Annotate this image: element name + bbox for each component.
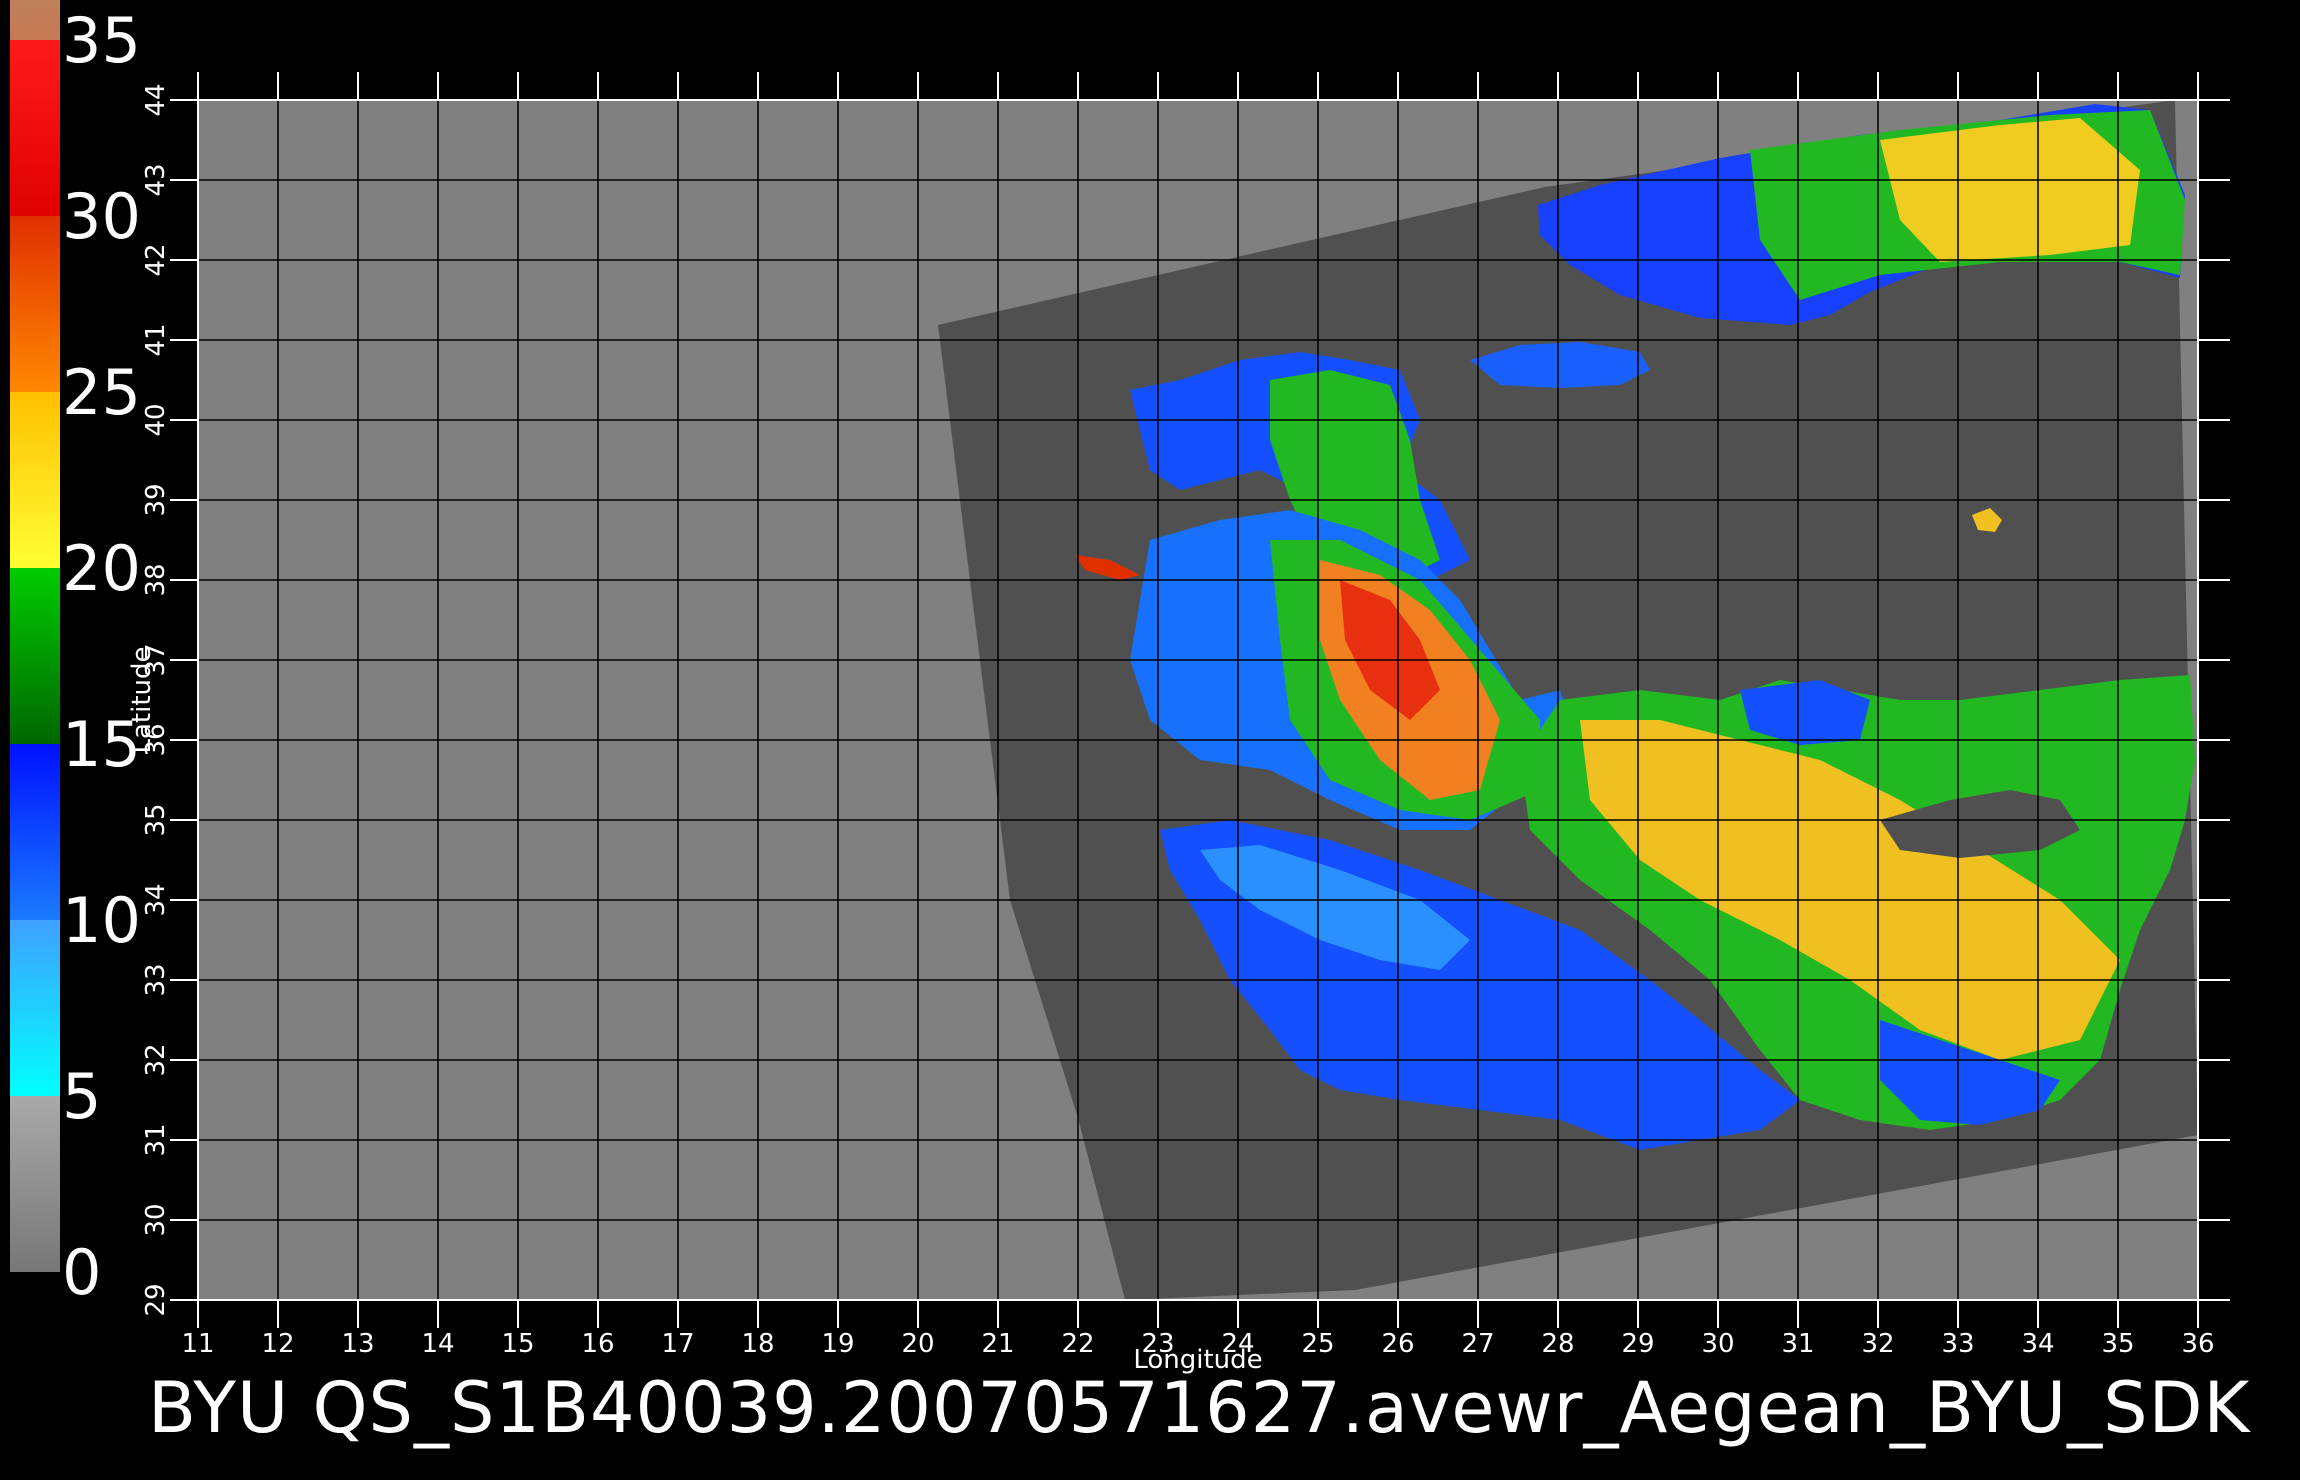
y-tick-label: 40	[141, 403, 171, 436]
x-tick-label: 28	[1541, 1329, 1574, 1359]
y-tick-label: 42	[141, 243, 171, 276]
y-tick-label: 30	[141, 1203, 171, 1236]
y-tick-label: 39	[141, 483, 171, 516]
colorbar-label: 25	[62, 356, 141, 429]
y-tick-label: 31	[141, 1123, 171, 1156]
y-tick-label: 38	[141, 563, 171, 596]
x-tick-label: 27	[1461, 1329, 1494, 1359]
x-tick-label: 22	[1061, 1329, 1094, 1359]
x-tick-label: 21	[981, 1329, 1014, 1359]
y-tick-label: 29	[141, 1283, 171, 1316]
colorbar-label: 20	[62, 532, 141, 605]
colorbar-label: 10	[62, 884, 141, 957]
colorbar-label: 35	[62, 4, 141, 77]
x-tick-label: 29	[1621, 1329, 1654, 1359]
colorbar-segment	[10, 568, 60, 744]
x-tick-label: 32	[1861, 1329, 1894, 1359]
x-tick-label: 31	[1781, 1329, 1814, 1359]
x-tick-label: 13	[341, 1329, 374, 1359]
colorbar-label: 0	[62, 1236, 101, 1309]
colorbar-segment	[10, 0, 60, 41]
x-tick-label: 35	[2101, 1329, 2134, 1359]
x-tick-label: 33	[1941, 1329, 1974, 1359]
x-tick-label: 17	[661, 1329, 694, 1359]
x-tick-label: 14	[421, 1329, 454, 1359]
x-tick-label: 30	[1701, 1329, 1734, 1359]
x-tick-label: 18	[741, 1329, 774, 1359]
colorbar-segment	[10, 744, 60, 920]
colorbar-segment	[10, 216, 60, 392]
colorbar-segment	[10, 40, 60, 216]
x-tick-label: 34	[2021, 1329, 2054, 1359]
colorbar	[10, 0, 60, 1272]
x-tick-label: 19	[821, 1329, 854, 1359]
x-tick-label: 12	[261, 1329, 294, 1359]
x-tick-label: 36	[2181, 1329, 2214, 1359]
colorbar-label: 30	[62, 180, 141, 253]
footer-title: BYU QS_S1B40039.20070571627.avewr_Aegean…	[148, 1367, 2251, 1449]
colorbar-segment	[10, 920, 60, 1096]
y-tick-label: 35	[141, 803, 171, 836]
colorbar-segment	[10, 1096, 60, 1272]
x-tick-label: 26	[1381, 1329, 1414, 1359]
y-axis-label: Latitude	[127, 646, 157, 753]
x-tick-label: 11	[181, 1329, 214, 1359]
y-tick-label: 32	[141, 1043, 171, 1076]
x-tick-label: 20	[901, 1329, 934, 1359]
colorbar-segment	[10, 392, 60, 568]
colorbar-label: 5	[62, 1060, 101, 1133]
y-tick-label: 43	[141, 163, 171, 196]
x-tick-label: 15	[501, 1329, 534, 1359]
y-tick-label: 44	[141, 83, 171, 116]
y-tick-label: 33	[141, 963, 171, 996]
y-tick-label: 34	[141, 883, 171, 916]
map-figure: 35 30 25 20 15 10 5 0 11 12 13 14 15 16 17 18 1…	[0, 0, 2300, 1480]
x-tick-label: 16	[581, 1329, 614, 1359]
x-tick-label: 25	[1301, 1329, 1334, 1359]
y-tick-label: 41	[141, 323, 171, 356]
